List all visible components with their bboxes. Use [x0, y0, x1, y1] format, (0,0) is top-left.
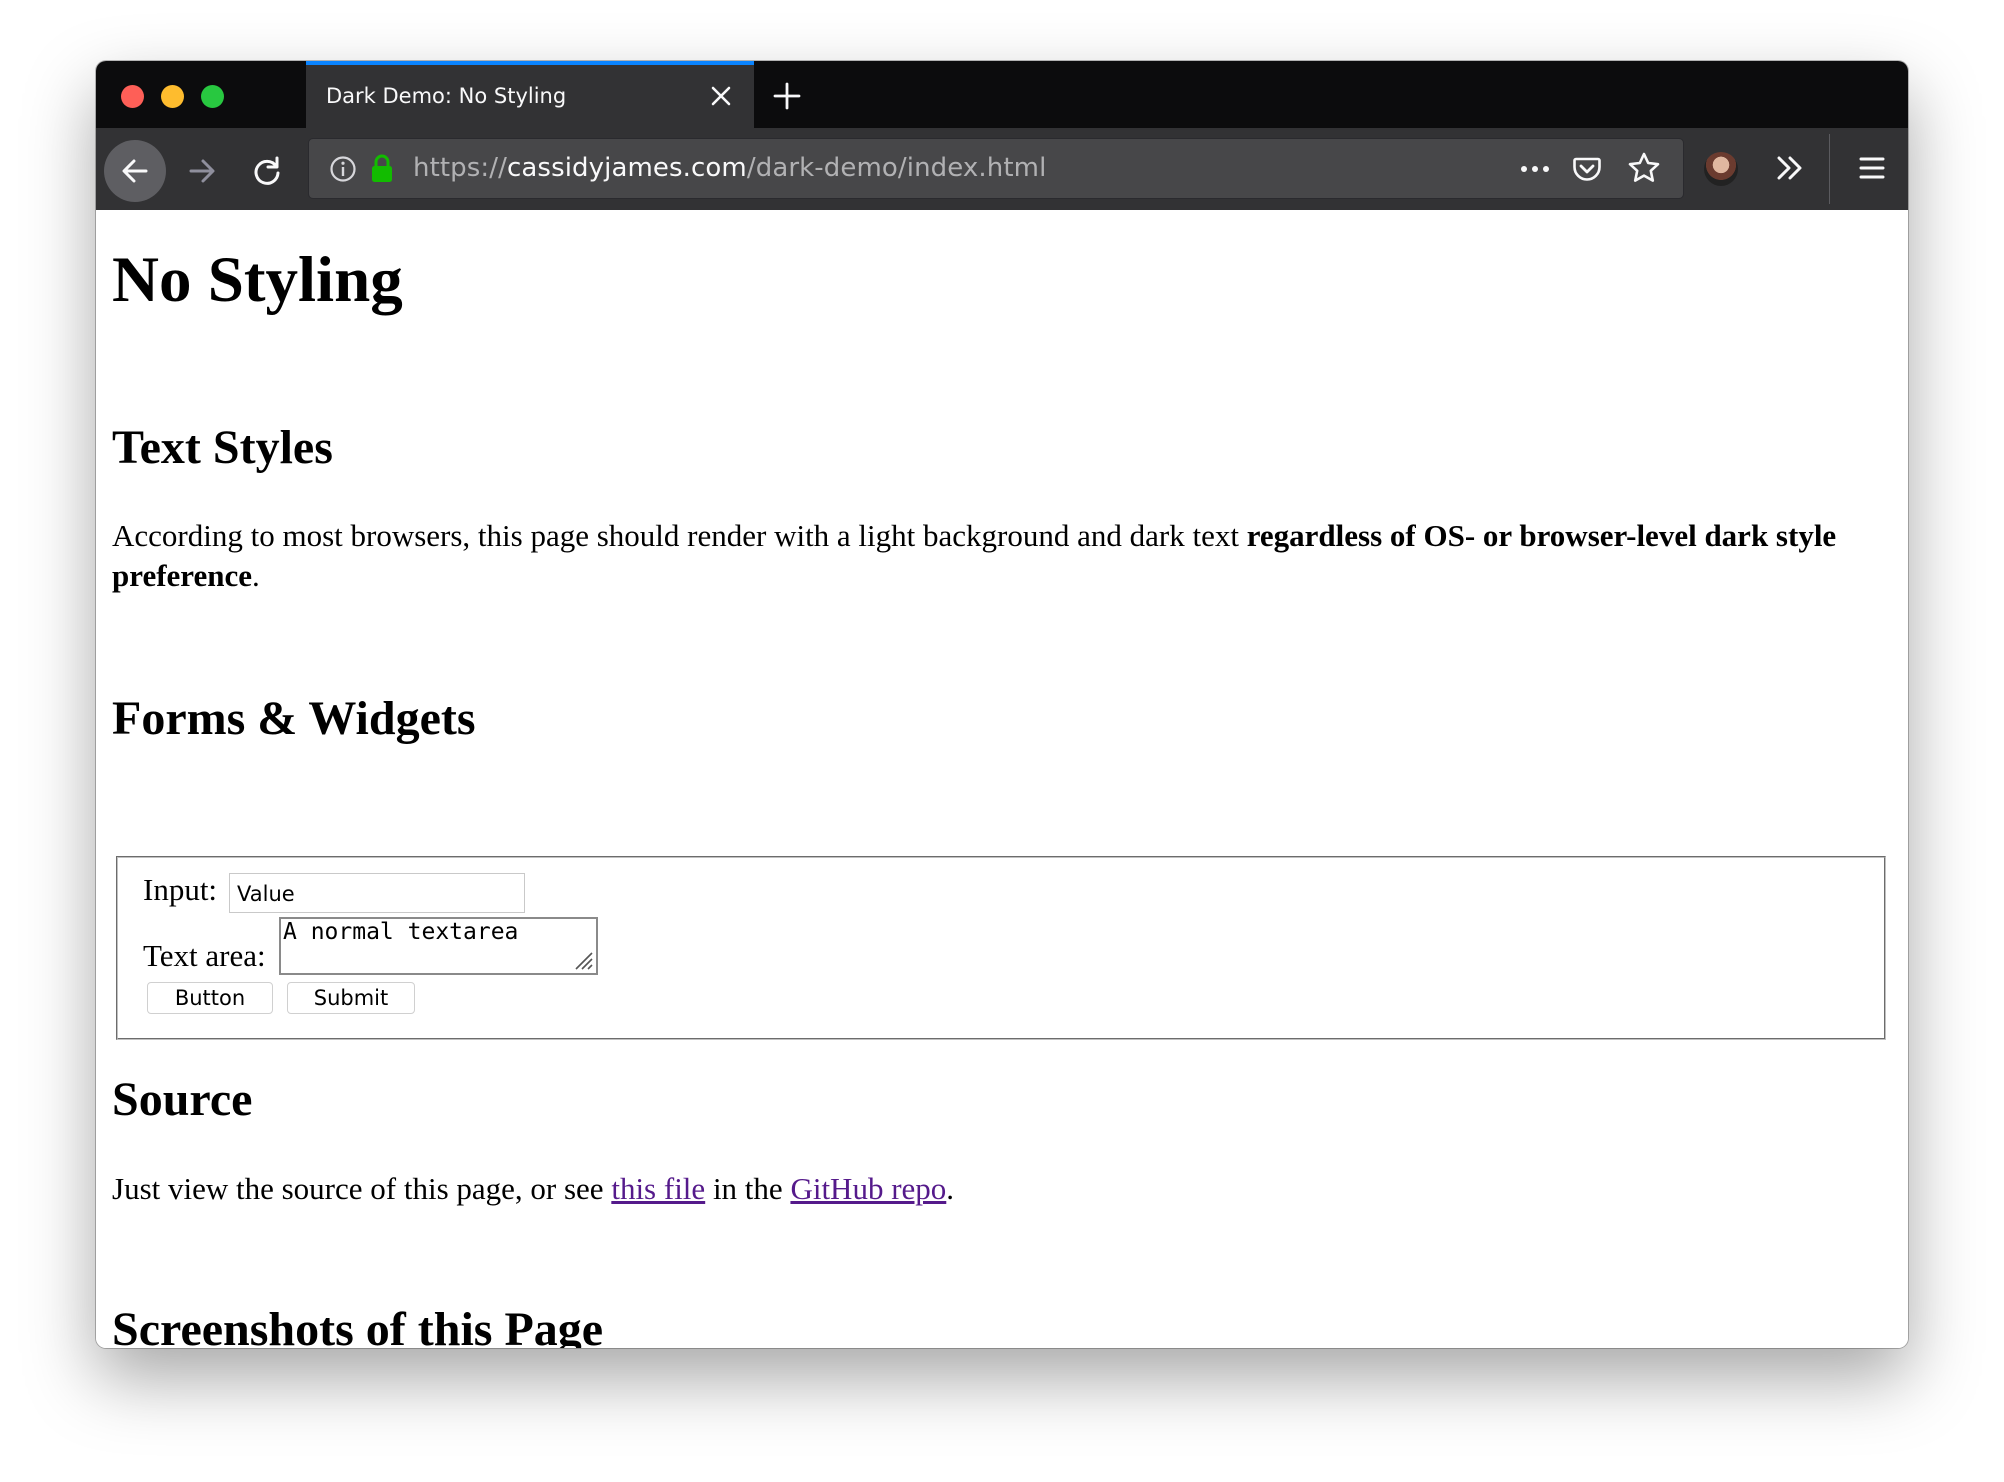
plus-icon[interactable] — [772, 81, 802, 111]
navigation-toolbar: https://cassidyjames.com/dark-demo/index… — [96, 128, 1908, 210]
url-bar[interactable]: https://cassidyjames.com/dark-demo/index… — [308, 138, 1684, 199]
url-path: /dark-demo/index.html — [746, 153, 1047, 183]
more-icon[interactable] — [1517, 155, 1553, 183]
url-host: cassidyjames.com — [507, 153, 747, 183]
back-button[interactable] — [104, 140, 166, 202]
forward-arrow-icon — [189, 159, 215, 183]
url-text[interactable]: https://cassidyjames.com/dark-demo/index… — [413, 153, 1046, 183]
button-button[interactable]: Button — [147, 982, 273, 1014]
heading-screenshots: Screenshots of this Page — [112, 1303, 604, 1349]
this-file-link[interactable]: this file — [611, 1171, 705, 1206]
textarea-field[interactable]: A normal textarea — [279, 917, 598, 975]
overflow-chevron-icon[interactable] — [1772, 150, 1808, 186]
textarea-label: Text area: — [143, 938, 266, 973]
reload-button[interactable] — [240, 144, 294, 198]
heading-forms-widgets: Forms & Widgets — [112, 692, 476, 745]
window-minimize-button[interactable] — [161, 85, 184, 108]
toolbar-separator — [1829, 134, 1830, 204]
source-text-1: Just view the source of this page, or se… — [112, 1171, 612, 1206]
lock-icon[interactable] — [369, 153, 395, 183]
menu-icon[interactable] — [1854, 150, 1890, 186]
heading-source: Source — [112, 1073, 253, 1126]
forward-button[interactable] — [176, 144, 230, 198]
source-paragraph: Just view the source of this page, or se… — [112, 1169, 1892, 1209]
page-content: No Styling Text Styles According to most… — [96, 210, 1908, 1348]
back-arrow-icon — [122, 159, 148, 183]
heading-text-styles: Text Styles — [112, 421, 333, 474]
star-icon[interactable] — [1627, 151, 1661, 185]
github-repo-link[interactable]: GitHub repo — [790, 1171, 946, 1206]
close-icon[interactable] — [708, 83, 734, 109]
input-label: Input: — [143, 872, 218, 907]
reload-icon — [254, 156, 280, 185]
window-close-button[interactable] — [121, 85, 144, 108]
resize-grip-icon[interactable] — [570, 947, 594, 971]
source-text-2: in the — [705, 1171, 791, 1206]
textarea-value: A normal textarea — [283, 919, 519, 945]
submit-button[interactable]: Submit — [287, 982, 415, 1014]
page-title: No Styling — [112, 244, 403, 316]
tab-strip: Dark Demo: No Styling — [96, 61, 1908, 128]
info-icon[interactable] — [329, 155, 357, 183]
url-scheme: https:// — [413, 153, 507, 183]
tab-title: Dark Demo: No Styling — [326, 84, 567, 108]
text-styles-paragraph: According to most browsers, this page sh… — [112, 516, 1892, 596]
form-fieldset: Input: Value Text area: A normal textare… — [116, 856, 1886, 1040]
source-text-3: . — [946, 1171, 955, 1206]
account-avatar[interactable] — [1704, 152, 1738, 186]
window-maximize-button[interactable] — [201, 85, 224, 108]
tab-active[interactable]: Dark Demo: No Styling — [306, 61, 754, 128]
text-input[interactable]: Value — [229, 873, 525, 913]
browser-window: Dark Demo: No Styling https://cassidyjam… — [96, 61, 1908, 1348]
text-styles-text: According to most browsers, this page sh… — [112, 518, 1247, 553]
pocket-icon[interactable] — [1571, 153, 1603, 185]
text-styles-period: . — [252, 558, 260, 593]
